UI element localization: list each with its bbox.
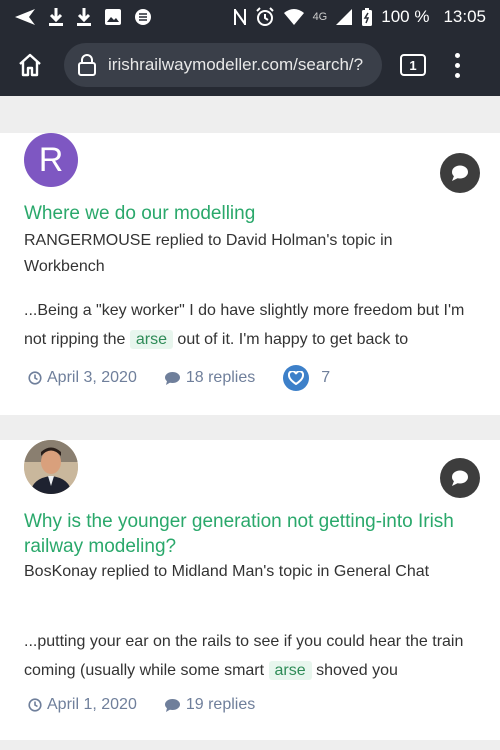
- heart-icon: [288, 371, 305, 385]
- result-snippet: ...putting your ear on the rails to see …: [24, 627, 478, 685]
- comment-icon: [164, 698, 180, 712]
- result-meta: RANGERMOUSE replied to David Holman's to…: [24, 232, 393, 275]
- result-stats: April 1, 2020 19 replies: [28, 696, 255, 714]
- home-icon: [19, 53, 41, 77]
- result-stats: April 3, 2020 18 replies 7: [28, 365, 330, 391]
- lock-icon: [78, 54, 96, 76]
- url-text: irishrailwaymodeller.com/search/?: [108, 55, 364, 74]
- tab-switcher-button[interactable]: 1: [400, 54, 426, 76]
- avatar[interactable]: R: [24, 133, 78, 187]
- search-result-card: R Where we do our modelling RANGERMOUSE …: [0, 133, 500, 415]
- result-date[interactable]: April 3, 2020: [28, 369, 137, 387]
- chat-bubble-icon: [452, 470, 468, 486]
- chat-bubble-icon: [452, 165, 468, 181]
- result-title-link[interactable]: Where we do our modelling: [24, 201, 476, 226]
- network-type: 4G: [312, 11, 328, 23]
- battery-level: 100 %: [381, 7, 430, 26]
- replies-text: 19 replies: [185, 696, 256, 713]
- like-badge: [283, 365, 310, 391]
- result-replies: 19 replies: [164, 696, 255, 714]
- wifi-icon: [283, 9, 304, 25]
- clock-time: 13:05: [443, 7, 486, 26]
- signal-icon: [336, 9, 353, 25]
- more-vert-icon[interactable]: [452, 52, 462, 78]
- status-bar: 4G 100 % 13:05: [0, 0, 500, 34]
- topic-type-button[interactable]: [440, 458, 480, 498]
- search-highlight: arse: [129, 330, 173, 349]
- result-snippet: ...Being a "key worker" I do have slight…: [24, 296, 478, 354]
- avatar[interactable]: [24, 440, 78, 494]
- download-icon: [77, 8, 91, 26]
- browser-toolbar: irishrailwaymodeller.com/search/? 1: [0, 34, 500, 96]
- date-text: April 1, 2020: [47, 696, 137, 713]
- search-highlight: arse: [268, 661, 312, 680]
- alarm-icon: [255, 7, 274, 26]
- clock-icon: [28, 371, 42, 385]
- result-title-link[interactable]: Why is the younger generation not gettin…: [24, 509, 476, 559]
- topic-type-button[interactable]: [440, 153, 480, 193]
- home-button[interactable]: [10, 45, 50, 85]
- snippet-text: out of it. I'm happy to get back to: [172, 331, 409, 348]
- date-text: April 3, 2020: [47, 369, 137, 386]
- battery-icon: [362, 8, 373, 26]
- avatar-letter: R: [38, 140, 64, 179]
- result-meta: BosKonay replied to Midland Man's topic …: [24, 563, 430, 580]
- download-icon: [49, 8, 63, 26]
- search-result-card: Why is the younger generation not gettin…: [0, 440, 500, 740]
- user-photo: [24, 440, 78, 494]
- send-icon: [15, 9, 35, 25]
- comment-icon: [164, 371, 180, 385]
- like-count: 7: [321, 369, 331, 386]
- result-replies: 18 replies: [164, 369, 255, 387]
- result-reactions[interactable]: 7: [283, 365, 330, 391]
- nfc-icon: [233, 9, 246, 25]
- app-notification-icon: [135, 9, 151, 25]
- snippet-text: shoved you: [311, 662, 398, 679]
- image-icon: [105, 9, 121, 25]
- url-bar[interactable]: irishrailwaymodeller.com/search/?: [64, 43, 382, 87]
- replies-text: 18 replies: [185, 369, 256, 386]
- result-date[interactable]: April 1, 2020: [28, 696, 137, 714]
- clock-icon: [28, 698, 42, 712]
